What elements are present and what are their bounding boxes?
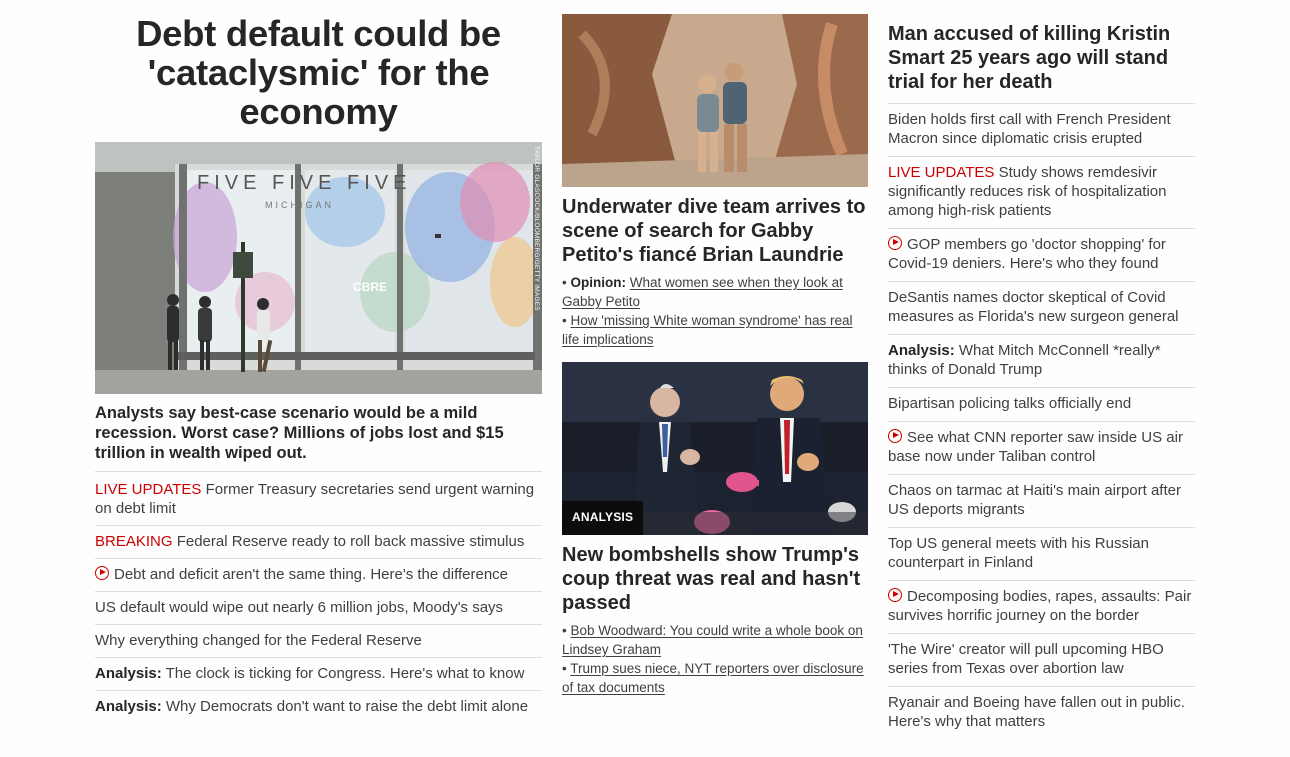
analysis-tag: Analysis:	[95, 665, 162, 682]
bullet: •	[562, 313, 567, 328]
trump-related-links: • Bob Woodward: You could write a whole …	[562, 621, 868, 697]
headline-text[interactable]: 'The Wire' creator will pull upcoming HB…	[888, 641, 1164, 677]
bullet: •	[562, 661, 567, 676]
headline-item[interactable]: DeSantis names doctor skeptical of Covid…	[888, 282, 1195, 335]
headline-item[interactable]: Biden holds first call with French Presi…	[888, 104, 1195, 157]
storefront-image: FIVE FIVE FIVE MICHIGAN CBRE	[95, 142, 542, 394]
related-link-text[interactable]: Trump sues niece, NYT reporters over dis…	[562, 661, 864, 695]
headline-text[interactable]: Ryanair and Boeing have fallen out in pu…	[888, 694, 1185, 730]
photo-credit: TAYLOR GLASCOCK/BLOOMBERG/GETTY IMAGES	[533, 146, 540, 311]
headline-text[interactable]: Bipartisan policing talks officially end	[888, 395, 1131, 412]
headline-item[interactable]: US default would wipe out nearly 6 milli…	[95, 592, 542, 625]
related-link[interactable]: • How 'missing White woman syndrome' has…	[562, 311, 868, 349]
play-circle-icon	[888, 236, 902, 250]
play-circle-icon	[95, 566, 109, 580]
lead-story-summary[interactable]: Analysts say best-case scenario would be…	[95, 403, 542, 472]
headline-item[interactable]: Debt and deficit aren't the same thing. …	[95, 559, 542, 592]
top-headline-kristin-smart[interactable]: Man accused of killing Kristin Smart 25 …	[888, 14, 1195, 104]
analysis-tag: Analysis:	[95, 698, 162, 715]
canyon-couple-image	[562, 14, 868, 187]
headline-item[interactable]: Analysis: The clock is ticking for Congr…	[95, 658, 542, 691]
story-title-trump[interactable]: New bombshells show Trump's coup threat …	[562, 543, 868, 615]
right-column: Man accused of killing Kristin Smart 25 …	[888, 14, 1195, 739]
related-link[interactable]: • Trump sues niece, NYT reporters over d…	[562, 659, 868, 697]
bullet: •	[562, 275, 567, 290]
headline-item[interactable]: Why everything changed for the Federal R…	[95, 625, 542, 658]
headline-text[interactable]: Top US general meets with his Russian co…	[888, 535, 1149, 571]
related-link[interactable]: • Opinion: What women see when they look…	[562, 273, 868, 311]
headline-item[interactable]: GOP members go 'doctor shopping' for Cov…	[888, 229, 1195, 282]
story-card-petito: Underwater dive team arrives to scene of…	[562, 14, 868, 349]
right-headline-list: Biden holds first call with French Presi…	[888, 104, 1195, 739]
headline-text[interactable]: Debt and deficit aren't the same thing. …	[114, 566, 508, 583]
headline-text[interactable]: GOP members go 'doctor shopping' for Cov…	[888, 236, 1166, 272]
headline-text[interactable]: Federal Reserve ready to roll back massi…	[177, 533, 525, 550]
lead-story-photo[interactable]: FIVE FIVE FIVE MICHIGAN CBRE TAYLOR GLAS…	[95, 142, 542, 394]
play-circle-icon	[888, 429, 902, 443]
headline-item[interactable]: Analysis: What Mitch McConnell *really* …	[888, 335, 1195, 388]
headline-item[interactable]: LIVE UPDATES Study shows remdesivir sign…	[888, 157, 1195, 229]
sign-text: FIVE FIVE FIVE	[197, 172, 411, 194]
headline-item[interactable]: BREAKING Federal Reserve ready to roll b…	[95, 526, 542, 559]
headline-text[interactable]: Chaos on tarmac at Haiti's main airport …	[888, 482, 1181, 518]
headline-text[interactable]: US default would wipe out nearly 6 milli…	[95, 599, 503, 616]
cbre-text: CBRE	[353, 280, 387, 294]
middle-column: Underwater dive team arrives to scene of…	[562, 14, 868, 697]
headline-item[interactable]: Analysis: Why Democrats don't want to ra…	[95, 691, 542, 723]
headline-text[interactable]: The clock is ticking for Congress. Here'…	[166, 665, 525, 682]
headline-text[interactable]: See what CNN reporter saw inside US air …	[888, 429, 1183, 465]
live-tag: LIVE UPDATES	[95, 481, 202, 498]
headline-text[interactable]: Why Democrats don't want to raise the de…	[166, 698, 528, 715]
related-link[interactable]: • Bob Woodward: You could write a whole …	[562, 621, 868, 659]
headline-item[interactable]: Chaos on tarmac at Haiti's main airport …	[888, 475, 1195, 528]
play-circle-icon	[888, 588, 902, 602]
sign-subtext: MICHIGAN	[265, 200, 334, 210]
bullet: •	[562, 623, 567, 638]
headline-item[interactable]: Top US general meets with his Russian co…	[888, 528, 1195, 581]
live-tag: LIVE UPDATES	[888, 164, 995, 181]
story-title-petito[interactable]: Underwater dive team arrives to scene of…	[562, 195, 868, 267]
headline-item[interactable]: 'The Wire' creator will pull upcoming HB…	[888, 634, 1195, 687]
headline-item[interactable]: LIVE UPDATES Former Treasury secretaries…	[95, 472, 542, 526]
headline-text[interactable]: Decomposing bodies, rapes, assaults: Pai…	[888, 588, 1191, 624]
lead-headline[interactable]: Debt default could be 'cataclysmic' for …	[95, 14, 542, 131]
story-photo-trump[interactable]: ANALYSIS	[562, 362, 868, 535]
headline-item[interactable]: Decomposing bodies, rapes, assaults: Pai…	[888, 581, 1195, 634]
headline-item[interactable]: Bipartisan policing talks officially end	[888, 388, 1195, 422]
live-tag: BREAKING	[95, 533, 173, 550]
related-link-text[interactable]: How 'missing White woman syndrome' has r…	[562, 313, 853, 347]
lead-story-column: Debt default could be 'cataclysmic' for …	[95, 14, 542, 723]
headline-item[interactable]: Ryanair and Boeing have fallen out in pu…	[888, 687, 1195, 739]
story-photo-petito[interactable]	[562, 14, 868, 187]
headline-text[interactable]: DeSantis names doctor skeptical of Covid…	[888, 289, 1179, 325]
headline-text[interactable]: Why everything changed for the Federal R…	[95, 632, 422, 649]
related-link-text[interactable]: Bob Woodward: You could write a whole bo…	[562, 623, 863, 657]
analysis-badge: ANALYSIS	[562, 501, 644, 535]
analysis-tag: Analysis:	[888, 342, 955, 359]
headline-item[interactable]: See what CNN reporter saw inside US air …	[888, 422, 1195, 475]
opinion-label: Opinion:	[570, 275, 626, 290]
story-card-trump: ANALYSIS New bombshells show Trump's cou…	[562, 362, 868, 697]
petito-related-links: • Opinion: What women see when they look…	[562, 273, 868, 349]
headline-text[interactable]: Biden holds first call with French Presi…	[888, 111, 1171, 147]
lead-related-links: LIVE UPDATES Former Treasury secretaries…	[95, 472, 542, 723]
